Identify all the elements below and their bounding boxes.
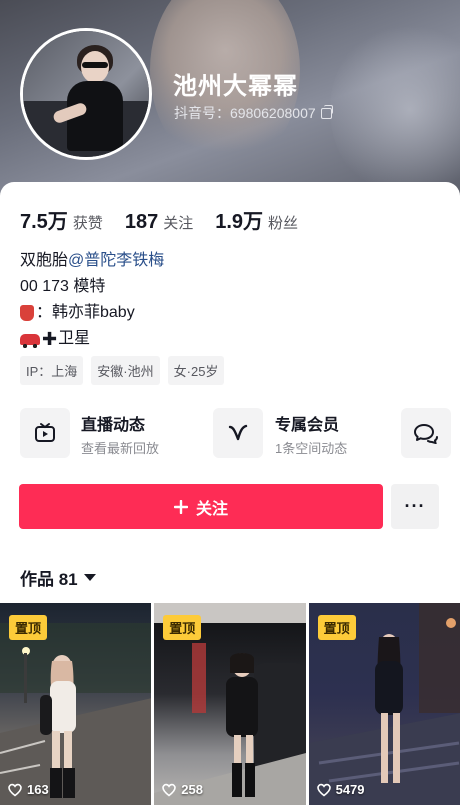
live-updates-card-icon-box[interactable] xyxy=(20,408,70,458)
bio-text-twins: 双胞胎 xyxy=(20,252,69,269)
tag-gender-age: 女·25岁 xyxy=(167,356,225,385)
likes-count-value: 5479 xyxy=(335,782,365,797)
stat-following-count: 187 xyxy=(124,211,159,233)
car-emoji-icon xyxy=(20,333,40,348)
plus-icon xyxy=(173,499,188,514)
follow-button[interactable]: 关注 xyxy=(19,484,383,529)
membership-card-title[interactable]: 专属会员 xyxy=(275,411,339,435)
dropdown-triangle-icon xyxy=(83,574,96,581)
group-chat-card-icon-box[interactable] xyxy=(401,408,451,458)
heart-icon xyxy=(8,783,22,797)
likes-count: 258 xyxy=(162,782,203,797)
works-tab-label: 作品 81 xyxy=(20,570,78,589)
pinned-badge: 置顶 xyxy=(9,615,48,640)
bio-line-1: 双胞胎 @普陀李铁梅 xyxy=(20,248,164,274)
tag-hometown: 安徽·池州 xyxy=(91,356,160,385)
douyin-id-value: 69806208007 xyxy=(230,105,316,121)
bio-line-3-text: ：韩亦菲baby xyxy=(36,304,135,321)
stat-followers-count: 1.9万 xyxy=(215,211,264,233)
stat-following-label: 关注 xyxy=(163,215,194,232)
plus-emoji-icon: ✚ xyxy=(42,329,58,349)
v-badge-icon xyxy=(228,424,248,441)
feature-cards: 直播动态 查看最新回放 专属会员 1条空间动态 xyxy=(20,408,460,458)
likes-count: 5479 xyxy=(316,782,365,797)
tv-icon xyxy=(35,423,55,442)
tag-ip-location: IP：上海 xyxy=(20,356,84,385)
more-options-button[interactable]: ··· xyxy=(391,484,439,529)
video-thumbnail[interactable]: 置顶 258 xyxy=(154,603,306,805)
bio-line-3: ：韩亦菲baby xyxy=(20,300,164,326)
membership-card-icon-box[interactable] xyxy=(213,408,263,458)
heart-icon xyxy=(316,783,331,797)
live-updates-card-title[interactable]: 直播动态 xyxy=(81,411,145,435)
chat-bubbles-icon xyxy=(414,424,438,444)
bio-mention-link[interactable]: @普陀李铁梅 xyxy=(68,248,164,274)
pinned-badge: 置顶 xyxy=(163,615,202,640)
likes-count-value: 163 xyxy=(27,782,49,797)
bio-line-2: 00 173 模特 xyxy=(20,278,106,295)
likes-count: 163 xyxy=(8,782,49,797)
stat-followers[interactable]: 1.9万 粉丝 xyxy=(215,205,298,234)
works-tab[interactable]: 作品 81 xyxy=(20,565,96,590)
works-grid: 置顶 163 置顶 258 置顶 5479 xyxy=(0,603,460,805)
header-photo-highlight-right xyxy=(330,20,460,200)
stat-following[interactable]: 187 关注 xyxy=(125,211,193,234)
video-thumbnail[interactable]: 置顶 163 xyxy=(0,603,152,805)
stats-row: 7.5万 获赞 187 关注 1.9万 粉丝 xyxy=(20,205,298,234)
douyin-id-label: 抖音号： xyxy=(174,105,230,121)
stat-likes-label: 获赞 xyxy=(72,215,103,232)
video-thumbnail[interactable]: 置顶 5479 xyxy=(308,603,460,805)
stat-likes-count: 7.5万 xyxy=(20,211,68,233)
douyin-id-row[interactable]: 抖音号： 69806208007 xyxy=(174,103,333,123)
profile-tags: IP：上海 安徽·池州 女·25岁 xyxy=(20,356,225,385)
heart-icon xyxy=(162,783,177,797)
bio: 双胞胎 @普陀李铁梅 00 173 模特 ：韩亦菲baby ✚ 卫星 xyxy=(20,248,164,352)
bio-line-4: ✚ 卫星 xyxy=(20,326,164,352)
live-updates-card-subtitle: 查看最新回放 xyxy=(81,441,160,456)
stat-followers-label: 粉丝 xyxy=(268,215,299,232)
bio-line-4-text: 卫星 xyxy=(58,330,91,347)
stat-likes[interactable]: 7.5万 获赞 xyxy=(20,205,103,234)
likes-count-value: 258 xyxy=(181,782,203,797)
pinned-badge: 置顶 xyxy=(317,615,356,640)
scarf-emoji-icon xyxy=(20,305,34,321)
profile-username: 池州大幂幂 xyxy=(173,73,298,100)
follow-button-label: 关注 xyxy=(195,500,228,518)
copy-icon[interactable] xyxy=(320,104,333,119)
membership-card-subtitle: 1条空间动态 xyxy=(275,441,348,456)
avatar[interactable] xyxy=(20,28,152,160)
avatar-photo-sunglasses xyxy=(82,62,108,68)
